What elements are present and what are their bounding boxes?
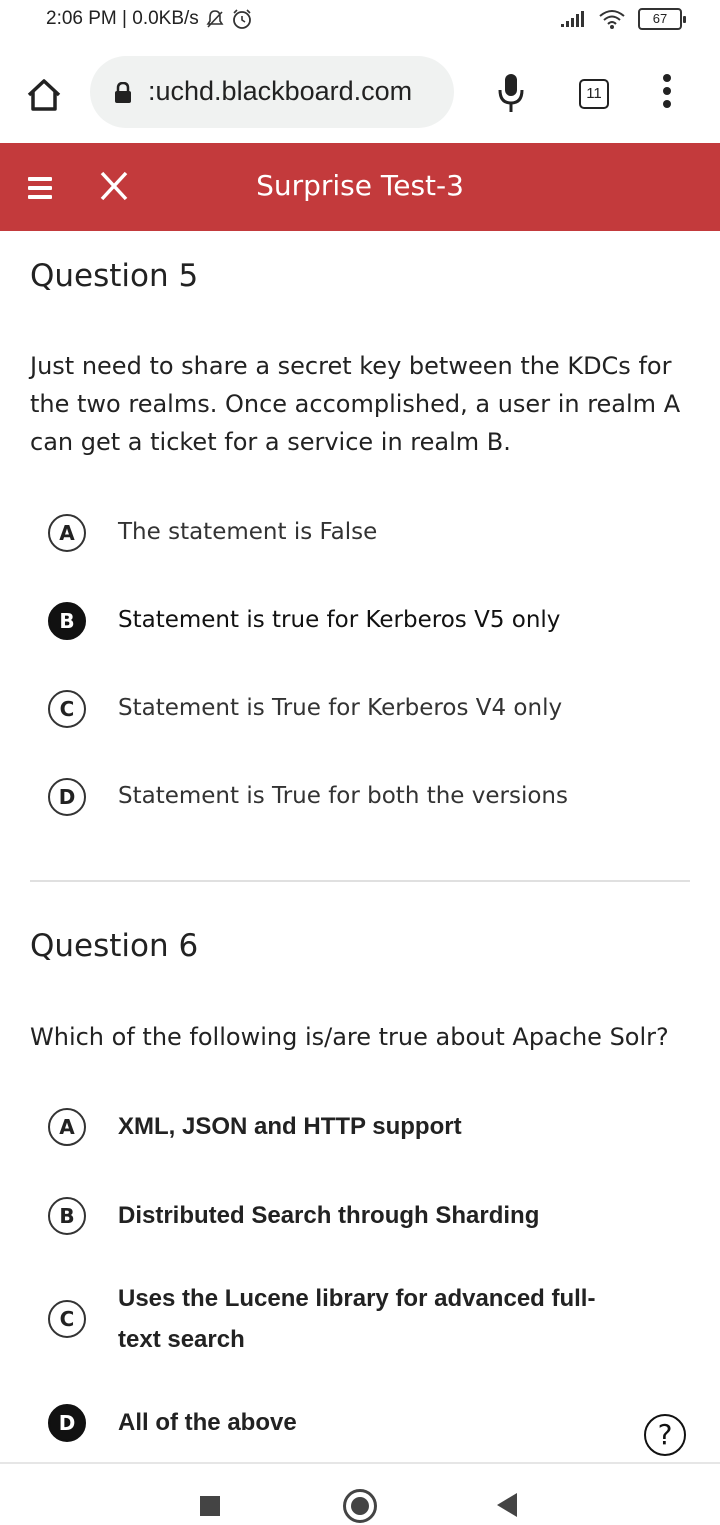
notification-muted-icon <box>206 10 224 28</box>
more-options-icon[interactable] <box>660 74 674 114</box>
status-time-speed: 2:06 PM | 0.0KB/s <box>46 8 199 29</box>
option-label: Distributed Search through Sharding <box>118 1202 540 1229</box>
question-6-option-b[interactable]: B Distributed Search through Sharding <box>48 1195 668 1236</box>
option-letter-badge: D <box>48 777 86 816</box>
signal-icon <box>561 11 584 27</box>
question-6-option-a[interactable]: A XML, JSON and HTTP support <box>48 1106 668 1147</box>
tab-count-button[interactable]: 11 <box>579 79 609 109</box>
option-letter-badge: C <box>48 689 86 728</box>
option-label: The statement is False <box>118 519 378 545</box>
question-5-option-b[interactable]: B Statement is true for Kerberos V5 only <box>48 600 668 641</box>
url-text: :uchd.blackboard.com <box>148 76 413 106</box>
question-5-option-a[interactable]: A The statement is False <box>48 512 668 553</box>
question-6-heading: Question 6 <box>30 928 199 964</box>
option-label: Statement is True for Kerberos V4 only <box>118 695 563 721</box>
status-bar: 2:06 PM | 0.0KB/s 67 <box>0 0 720 44</box>
option-label: Statement is true for Kerberos V5 only <box>118 607 561 633</box>
system-navigation-bar <box>0 1462 720 1525</box>
option-letter-badge-selected: D <box>48 1403 86 1442</box>
home-icon[interactable] <box>26 78 62 112</box>
home-button-icon[interactable] <box>343 1489 377 1523</box>
question-divider <box>30 880 690 882</box>
back-icon[interactable] <box>497 1493 517 1517</box>
question-6-option-d[interactable]: D All of the above <box>48 1402 668 1443</box>
question-5-text: Just need to share a secret key between … <box>30 352 681 456</box>
option-letter-badge: B <box>48 1196 86 1235</box>
option-letter-badge-selected: B <box>48 601 86 640</box>
option-label: All of the above <box>118 1409 297 1436</box>
test-header: Surprise Test-3 <box>0 143 720 231</box>
page-title: Surprise Test-3 <box>256 169 464 202</box>
status-left: 2:06 PM | 0.0KB/s <box>46 8 253 30</box>
help-icon[interactable]: ? <box>644 1414 686 1456</box>
status-right: 67 <box>560 8 686 30</box>
battery-icon: 67 <box>638 8 686 30</box>
question-6-option-c[interactable]: C Uses the Lucene library for advanced f… <box>48 1278 608 1360</box>
option-letter-badge: A <box>48 1107 86 1146</box>
browser-toolbar: :uchd.blackboard.com 11 <box>0 50 720 140</box>
option-letter-badge: A <box>48 513 86 552</box>
question-5-heading: Question 5 <box>30 258 199 294</box>
microphone-icon[interactable] <box>498 72 524 114</box>
wifi-icon <box>599 10 625 29</box>
option-label: Uses the Lucene library for advanced ful… <box>118 1285 596 1353</box>
question-5-option-d[interactable]: D Statement is True for both the version… <box>48 776 668 817</box>
question-5-option-c[interactable]: C Statement is True for Kerberos V4 only <box>48 688 668 729</box>
option-label: XML, JSON and HTTP support <box>118 1113 462 1140</box>
option-letter-badge: C <box>48 1300 86 1338</box>
recent-apps-icon[interactable] <box>200 1496 220 1516</box>
url-bar[interactable]: :uchd.blackboard.com <box>90 56 454 128</box>
option-label: Statement is True for both the versions <box>118 783 568 809</box>
question-6-text: Which of the following is/are true about… <box>30 1023 669 1051</box>
alarm-icon <box>232 9 251 29</box>
lock-icon <box>115 82 131 103</box>
